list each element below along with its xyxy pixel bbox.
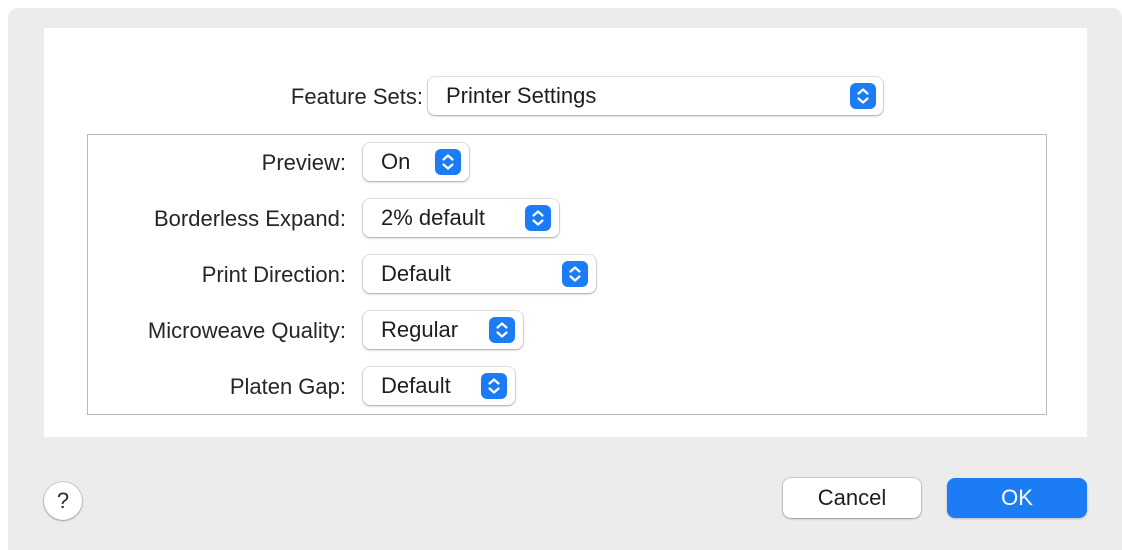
microweave-quality-label: Microweave Quality: [147, 318, 346, 343]
cancel-button[interactable]: Cancel [783, 478, 921, 518]
preview-popup[interactable]: On [363, 143, 469, 181]
up-down-chevron-icon [525, 205, 551, 231]
ok-button[interactable]: OK [947, 478, 1087, 518]
up-down-chevron-icon [850, 83, 876, 109]
preview-value: On [381, 149, 411, 174]
microweave-quality-value: Regular [381, 317, 459, 342]
settings-panel: Feature Sets: Printer Settings Preview: … [44, 28, 1087, 437]
print-direction-value: Default [381, 261, 451, 286]
platen-gap-value: Default [381, 373, 451, 398]
help-button[interactable]: ? [44, 482, 82, 520]
platen-gap-label: Platen Gap: [229, 374, 346, 399]
print-direction-popup[interactable]: Default [363, 255, 596, 293]
up-down-chevron-icon [489, 317, 515, 343]
feature-sets-value: Printer Settings [446, 83, 597, 108]
print-direction-label: Print Direction: [201, 262, 346, 287]
platen-gap-popup[interactable]: Default [363, 367, 515, 405]
feature-sets-label: Feature Sets: [290, 84, 423, 109]
up-down-chevron-icon [562, 261, 588, 287]
print-dialog: Feature Sets: Printer Settings Preview: … [8, 8, 1122, 550]
up-down-chevron-icon [435, 149, 461, 175]
borderless-expand-value: 2% default [381, 205, 485, 230]
preview-label: Preview: [261, 150, 346, 175]
microweave-quality-popup[interactable]: Regular [363, 311, 523, 349]
feature-sets-popup[interactable]: Printer Settings [428, 77, 883, 115]
borderless-expand-label: Borderless Expand: [154, 206, 346, 231]
up-down-chevron-icon [481, 373, 507, 399]
borderless-expand-popup[interactable]: 2% default [363, 199, 559, 237]
